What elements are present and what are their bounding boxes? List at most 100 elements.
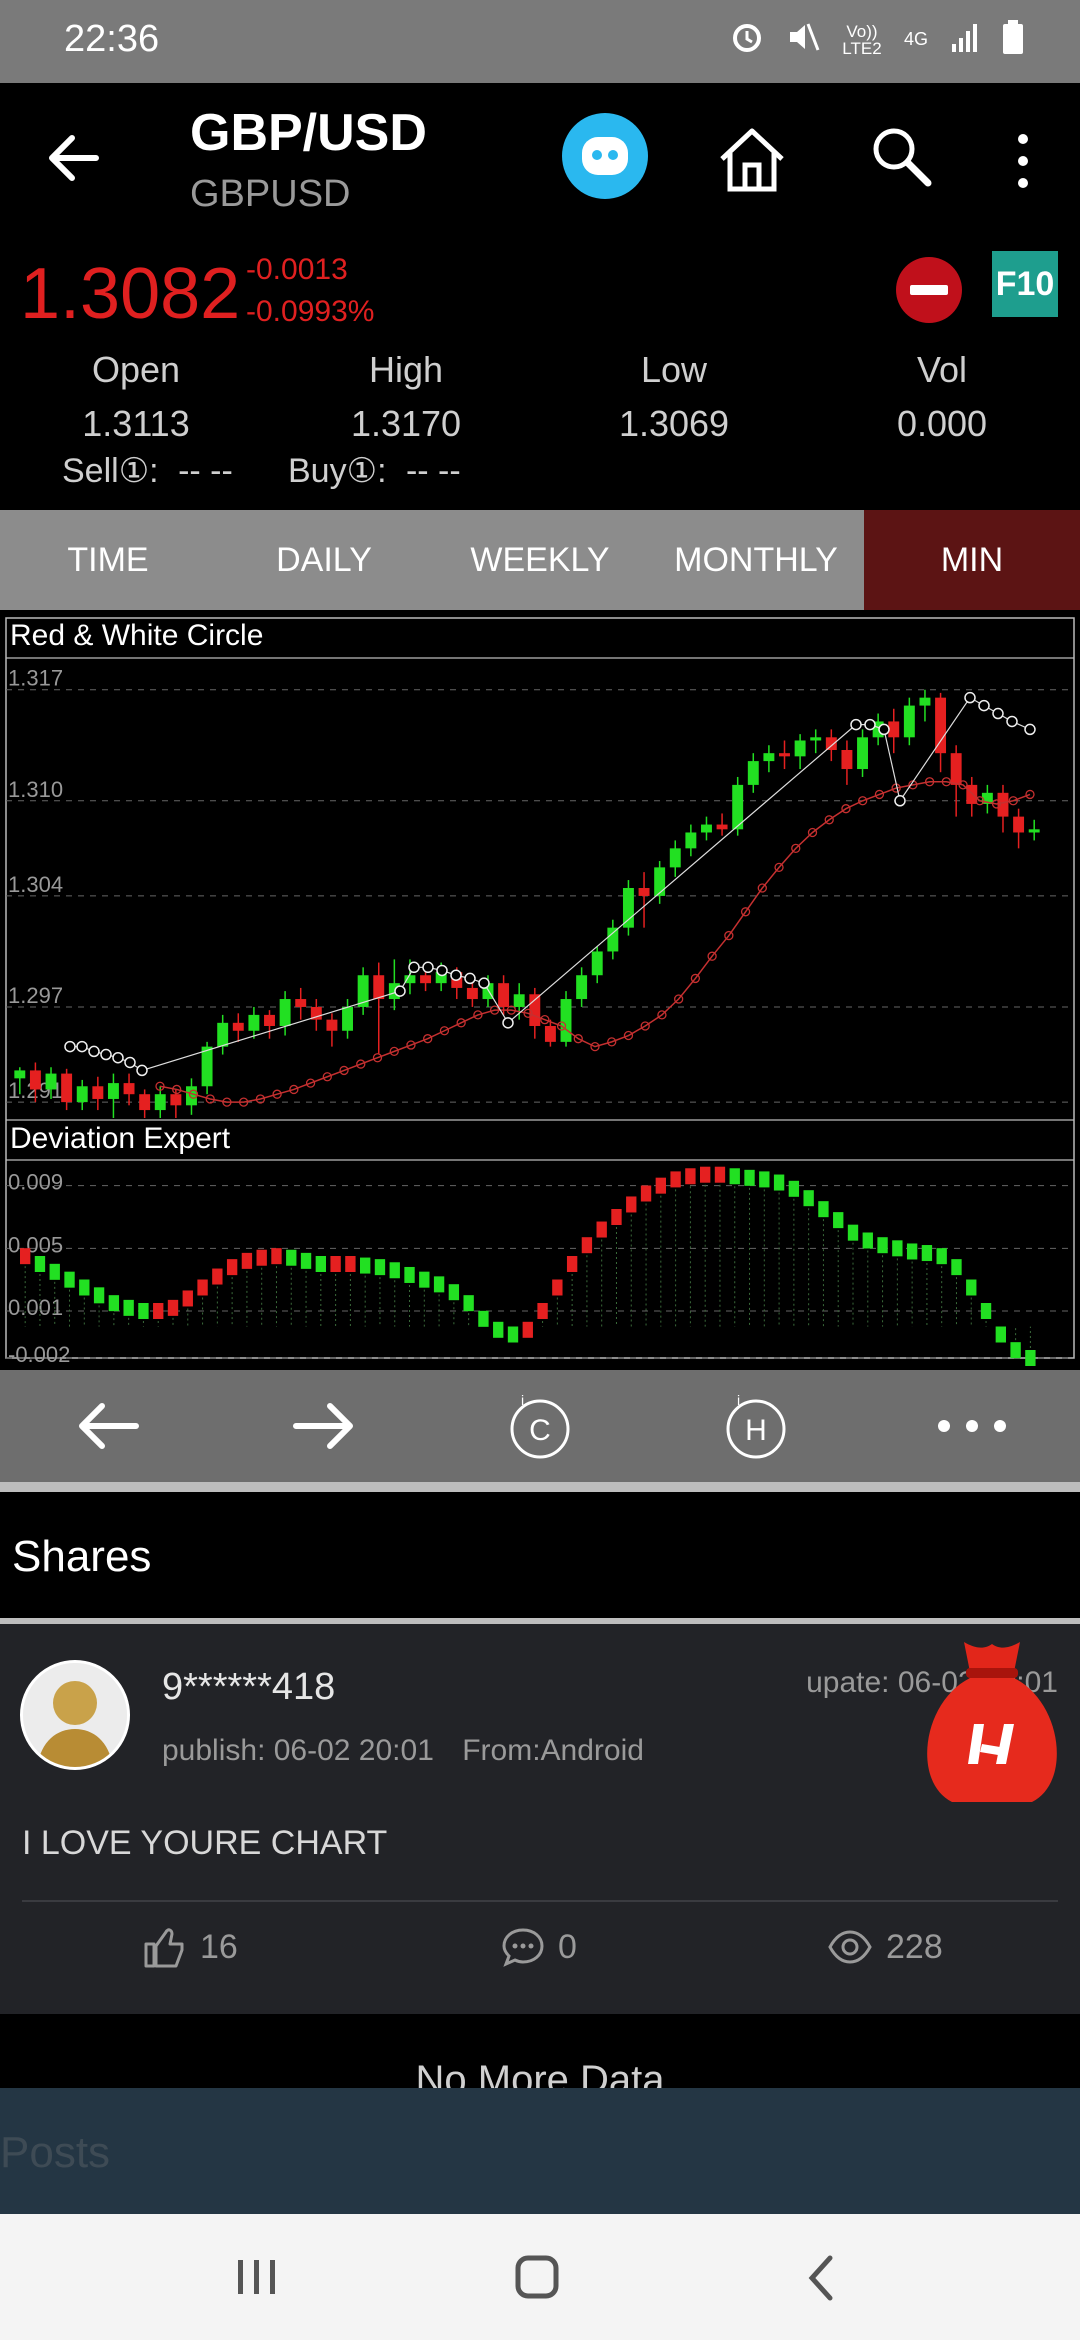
white-circle-point [864, 718, 876, 731]
stat-vol: Vol 0.000 [842, 349, 1042, 445]
post-publish-info: publish: 06-02 20:01 From:Android [162, 1734, 644, 1768]
candle-body [607, 927, 619, 952]
more-options-button[interactable] [1008, 121, 1038, 201]
candle-body [45, 1073, 57, 1090]
stat-value: 0.000 [896, 403, 988, 444]
tab-daily[interactable]: DAILY [216, 510, 432, 610]
indicator-bar [433, 1276, 445, 1293]
posts-input[interactable]: Posts [0, 2128, 110, 2178]
stat-low: Low 1.3069 [574, 349, 774, 445]
posts-input-bar[interactable]: Posts [0, 2088, 1080, 2214]
back-nav-icon[interactable] [808, 2255, 833, 2301]
candle-body [794, 740, 806, 757]
eye-icon [828, 1930, 872, 1964]
y-tick-label: 1.297 [8, 983, 63, 1008]
chart-prev-button[interactable] [0, 1370, 216, 1482]
tab-time[interactable]: TIME [0, 510, 216, 610]
svg-text:H: H [745, 1414, 767, 1447]
chart-c-button[interactable]: Ci [432, 1370, 648, 1482]
buy-value: -- -- [405, 452, 461, 490]
mute-icon [786, 20, 820, 59]
indicator-bar [49, 1263, 60, 1280]
change-value: -0.0013 [246, 253, 348, 286]
comment-count: 0 [558, 1927, 577, 1966]
candle-body [997, 792, 1009, 817]
search-button[interactable] [866, 121, 936, 191]
candle-body [560, 999, 572, 1042]
candle-body [295, 999, 307, 1007]
recent-apps-icon[interactable] [238, 2260, 275, 2294]
price-change: -0.0013 -0.0993% [246, 249, 374, 333]
white-circle-point [408, 961, 420, 974]
candle-body [513, 994, 525, 1007]
status-icons: Vo)) LTE2 4G [730, 20, 1024, 59]
white-circle-point [394, 985, 406, 997]
change-percent: -0.0993% [246, 295, 375, 328]
chart-next-button[interactable] [216, 1370, 432, 1482]
candle-body [139, 1094, 151, 1111]
tab-weekly[interactable]: WEEKLY [432, 510, 648, 610]
white-circle-point [76, 1040, 88, 1053]
candle-body [29, 1070, 41, 1090]
thumbs-up-icon [144, 1928, 184, 1968]
f10-button[interactable]: F10 [992, 251, 1058, 317]
indicator-bar [670, 1171, 681, 1188]
shares-title: Shares [12, 1532, 152, 1581]
candle-body [779, 753, 790, 757]
back-button[interactable] [44, 123, 104, 193]
white-circle-point [502, 1017, 514, 1029]
indicator-bar [729, 1168, 740, 1185]
tab-min[interactable]: MIN [864, 510, 1080, 610]
avatar[interactable] [20, 1660, 130, 1770]
buy-label: Buy①: [288, 452, 387, 490]
post-user-name[interactable]: 9******418 [162, 1666, 335, 1709]
like-button[interactable]: 16 [142, 1924, 238, 1970]
candle-body [591, 951, 603, 976]
indicator-bar [759, 1171, 770, 1188]
h-circle-icon: Hi [726, 1393, 786, 1459]
indicator-bar [507, 1326, 519, 1343]
candle-body [326, 1019, 338, 1031]
right-arrow-icon [293, 1403, 353, 1449]
network-type-icon: 4G [903, 29, 928, 49]
lucky-bag-icon [927, 1642, 1057, 1802]
stat-open: Open 1.3113 [36, 349, 236, 445]
candle-body [186, 1086, 197, 1106]
candle-body [123, 1083, 135, 1095]
home-button[interactable] [714, 121, 790, 197]
comment-button[interactable]: 0 [500, 1924, 577, 1970]
quote-panel: 1.3082 -0.0013 -0.0993% F10 Open 1.3113 … [0, 243, 1080, 510]
horizontal-dots-icon [938, 1420, 1006, 1432]
chart-more-button[interactable] [864, 1370, 1080, 1482]
tab-monthly[interactable]: MONTHLY [648, 510, 864, 610]
remove-watchlist-button[interactable] [896, 257, 962, 323]
chart-h-button[interactable]: Hi [648, 1370, 864, 1482]
candle-body [903, 705, 915, 738]
candle-body [61, 1073, 73, 1103]
indicator-bar [182, 1290, 193, 1307]
candle-body [170, 1094, 182, 1106]
candle-body [420, 975, 432, 984]
stat-label: High [368, 349, 444, 390]
robot-icon [582, 137, 628, 175]
candle-body [201, 1046, 213, 1087]
robot-assistant-button[interactable] [562, 113, 648, 199]
indicator-bar [448, 1284, 460, 1301]
indicator-bar [833, 1212, 844, 1229]
indicator-bar [700, 1166, 711, 1183]
indicator-bar [537, 1303, 548, 1319]
indicator-bar [1025, 1350, 1036, 1366]
home-nav-icon[interactable] [515, 2255, 559, 2299]
indicator-bar [286, 1249, 297, 1266]
candle-body [919, 697, 931, 706]
candle-body [498, 983, 510, 1007]
indicator-y-tick-label: 0.005 [8, 1232, 63, 1257]
candle-body [841, 750, 853, 770]
red-envelope-button[interactable] [912, 1632, 1072, 1812]
indicator-bar [389, 1262, 400, 1279]
indicator-title: Deviation Expert [10, 1122, 231, 1155]
chart-area[interactable]: Red & White Circle 1.317 1.310 1.304 1.297 1.… [0, 610, 1080, 1370]
indicator-bar [921, 1245, 933, 1262]
indicator-bar [360, 1257, 371, 1274]
indicator-bar [404, 1266, 415, 1283]
